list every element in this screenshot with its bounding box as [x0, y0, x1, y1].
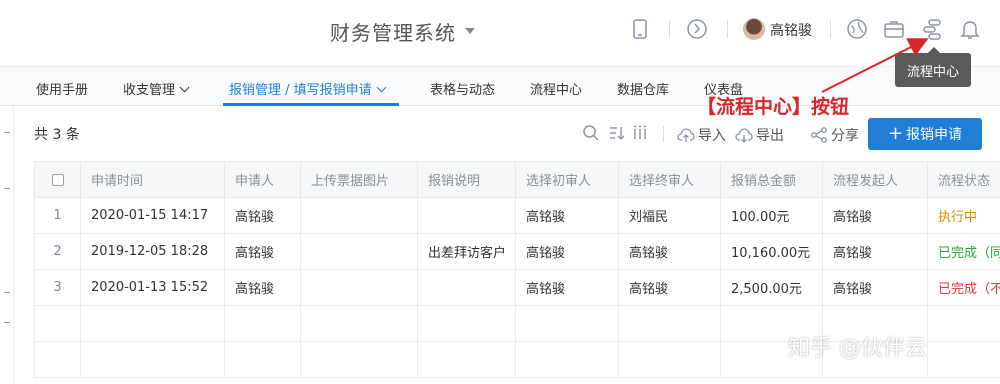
cell-initiator: 高铭骏: [822, 197, 928, 234]
column-header[interactable]: 报销总金额: [720, 161, 823, 198]
cloud-upload-icon: [677, 128, 695, 142]
table-row[interactable]: 2 2019-12-05 18:28 高铭骏 出差拜访客户 高铭骏 高铭骏 10…: [34, 233, 1000, 270]
cell-amount: 10,160.00元: [720, 233, 823, 270]
search-icon[interactable]: [582, 124, 600, 142]
select-all-header[interactable]: [34, 161, 81, 198]
plus-icon: +: [887, 122, 904, 144]
cell-image: [300, 233, 418, 270]
sort-icon[interactable]: [608, 125, 626, 141]
column-header[interactable]: 申请人: [224, 161, 301, 198]
cell-amount: 2,500.00元: [720, 269, 823, 306]
import-label: 导入: [698, 128, 726, 144]
rail-mark: [4, 188, 10, 189]
add-reimbursement-label: 报销申请: [906, 127, 963, 143]
row-index: 1: [34, 197, 81, 234]
cell-final-reviewer: 高铭骏: [618, 233, 721, 270]
row-index: 2: [34, 233, 81, 270]
share-label: 分享: [831, 128, 859, 144]
cell-note: 出差拜访客户: [417, 233, 516, 270]
column-header[interactable]: 流程状态: [927, 161, 1000, 198]
watermark: 知乎 @伙伴云: [788, 336, 927, 361]
cell-note: [417, 269, 516, 306]
column-header[interactable]: 选择初审人: [515, 161, 619, 198]
annotation-label: 【流程中心】按钮: [697, 96, 850, 118]
cell-status: 已完成（同: [927, 233, 1000, 270]
column-header[interactable]: 选择终审人: [618, 161, 721, 198]
column-header[interactable]: 流程发起人: [822, 161, 928, 198]
cell-final-reviewer: 刘福民: [618, 197, 721, 234]
cell-time: 2020-01-15 14:17: [80, 197, 225, 234]
cell-applicant: 高铭骏: [224, 233, 301, 270]
cell-first-reviewer: 高铭骏: [515, 233, 619, 270]
select-all-checkbox[interactable]: [51, 173, 64, 186]
rail-mark: [4, 322, 10, 323]
column-header[interactable]: 上传票据图片: [300, 161, 418, 198]
columns-icon[interactable]: [633, 125, 647, 141]
cloud-download-icon: [735, 128, 753, 143]
add-reimbursement-button[interactable]: + 报销申请: [868, 118, 982, 150]
left-rail: [0, 106, 14, 384]
table-header-row: 申请时间 申请人 上传票据图片 报销说明 选择初审人 选择终审人 报销总金额 流…: [34, 161, 1000, 198]
share-icon: [811, 127, 827, 143]
cell-time: 2019-12-05 18:28: [80, 233, 225, 270]
column-header[interactable]: 报销说明: [417, 161, 516, 198]
rail-mark: [4, 292, 10, 293]
page: 财务管理系统 高铭骏 使用手册 收支管理 报销管理 / 填写报销申请 表格与动态…: [0, 0, 1000, 384]
column-header[interactable]: 申请时间: [80, 161, 225, 198]
row-index: 3: [34, 269, 81, 306]
table-row[interactable]: 3 2020-01-13 15:52 高铭骏 高铭骏 高铭骏 2,500.00元…: [34, 269, 1000, 306]
cell-applicant: 高铭骏: [224, 197, 301, 234]
cell-first-reviewer: 高铭骏: [515, 269, 619, 306]
cell-status: 已完成（不: [927, 269, 1000, 306]
cell-applicant: 高铭骏: [224, 269, 301, 306]
export-label: 导出: [756, 128, 784, 144]
rail-mark: [4, 132, 10, 133]
export-button[interactable]: 导出: [735, 125, 784, 145]
cell-status: 执行中: [927, 197, 1000, 234]
cell-image: [300, 269, 418, 306]
cell-note: [417, 197, 516, 234]
cell-first-reviewer: 高铭骏: [515, 197, 619, 234]
cell-final-reviewer: 高铭骏: [618, 269, 721, 306]
table-row[interactable]: 1 2020-01-15 14:17 高铭骏 高铭骏 刘福民 100.00元 高…: [34, 197, 1000, 234]
share-button[interactable]: 分享: [810, 125, 859, 145]
cell-initiator: 高铭骏: [822, 269, 928, 306]
cell-image: [300, 197, 418, 234]
cell-amount: 100.00元: [720, 197, 823, 234]
cell-time: 2020-01-13 15:52: [80, 269, 225, 306]
toolbar-divider: [663, 126, 664, 142]
record-count: 共 3 条: [34, 127, 80, 143]
cell-initiator: 高铭骏: [822, 233, 928, 270]
import-button[interactable]: 导入: [677, 125, 726, 145]
